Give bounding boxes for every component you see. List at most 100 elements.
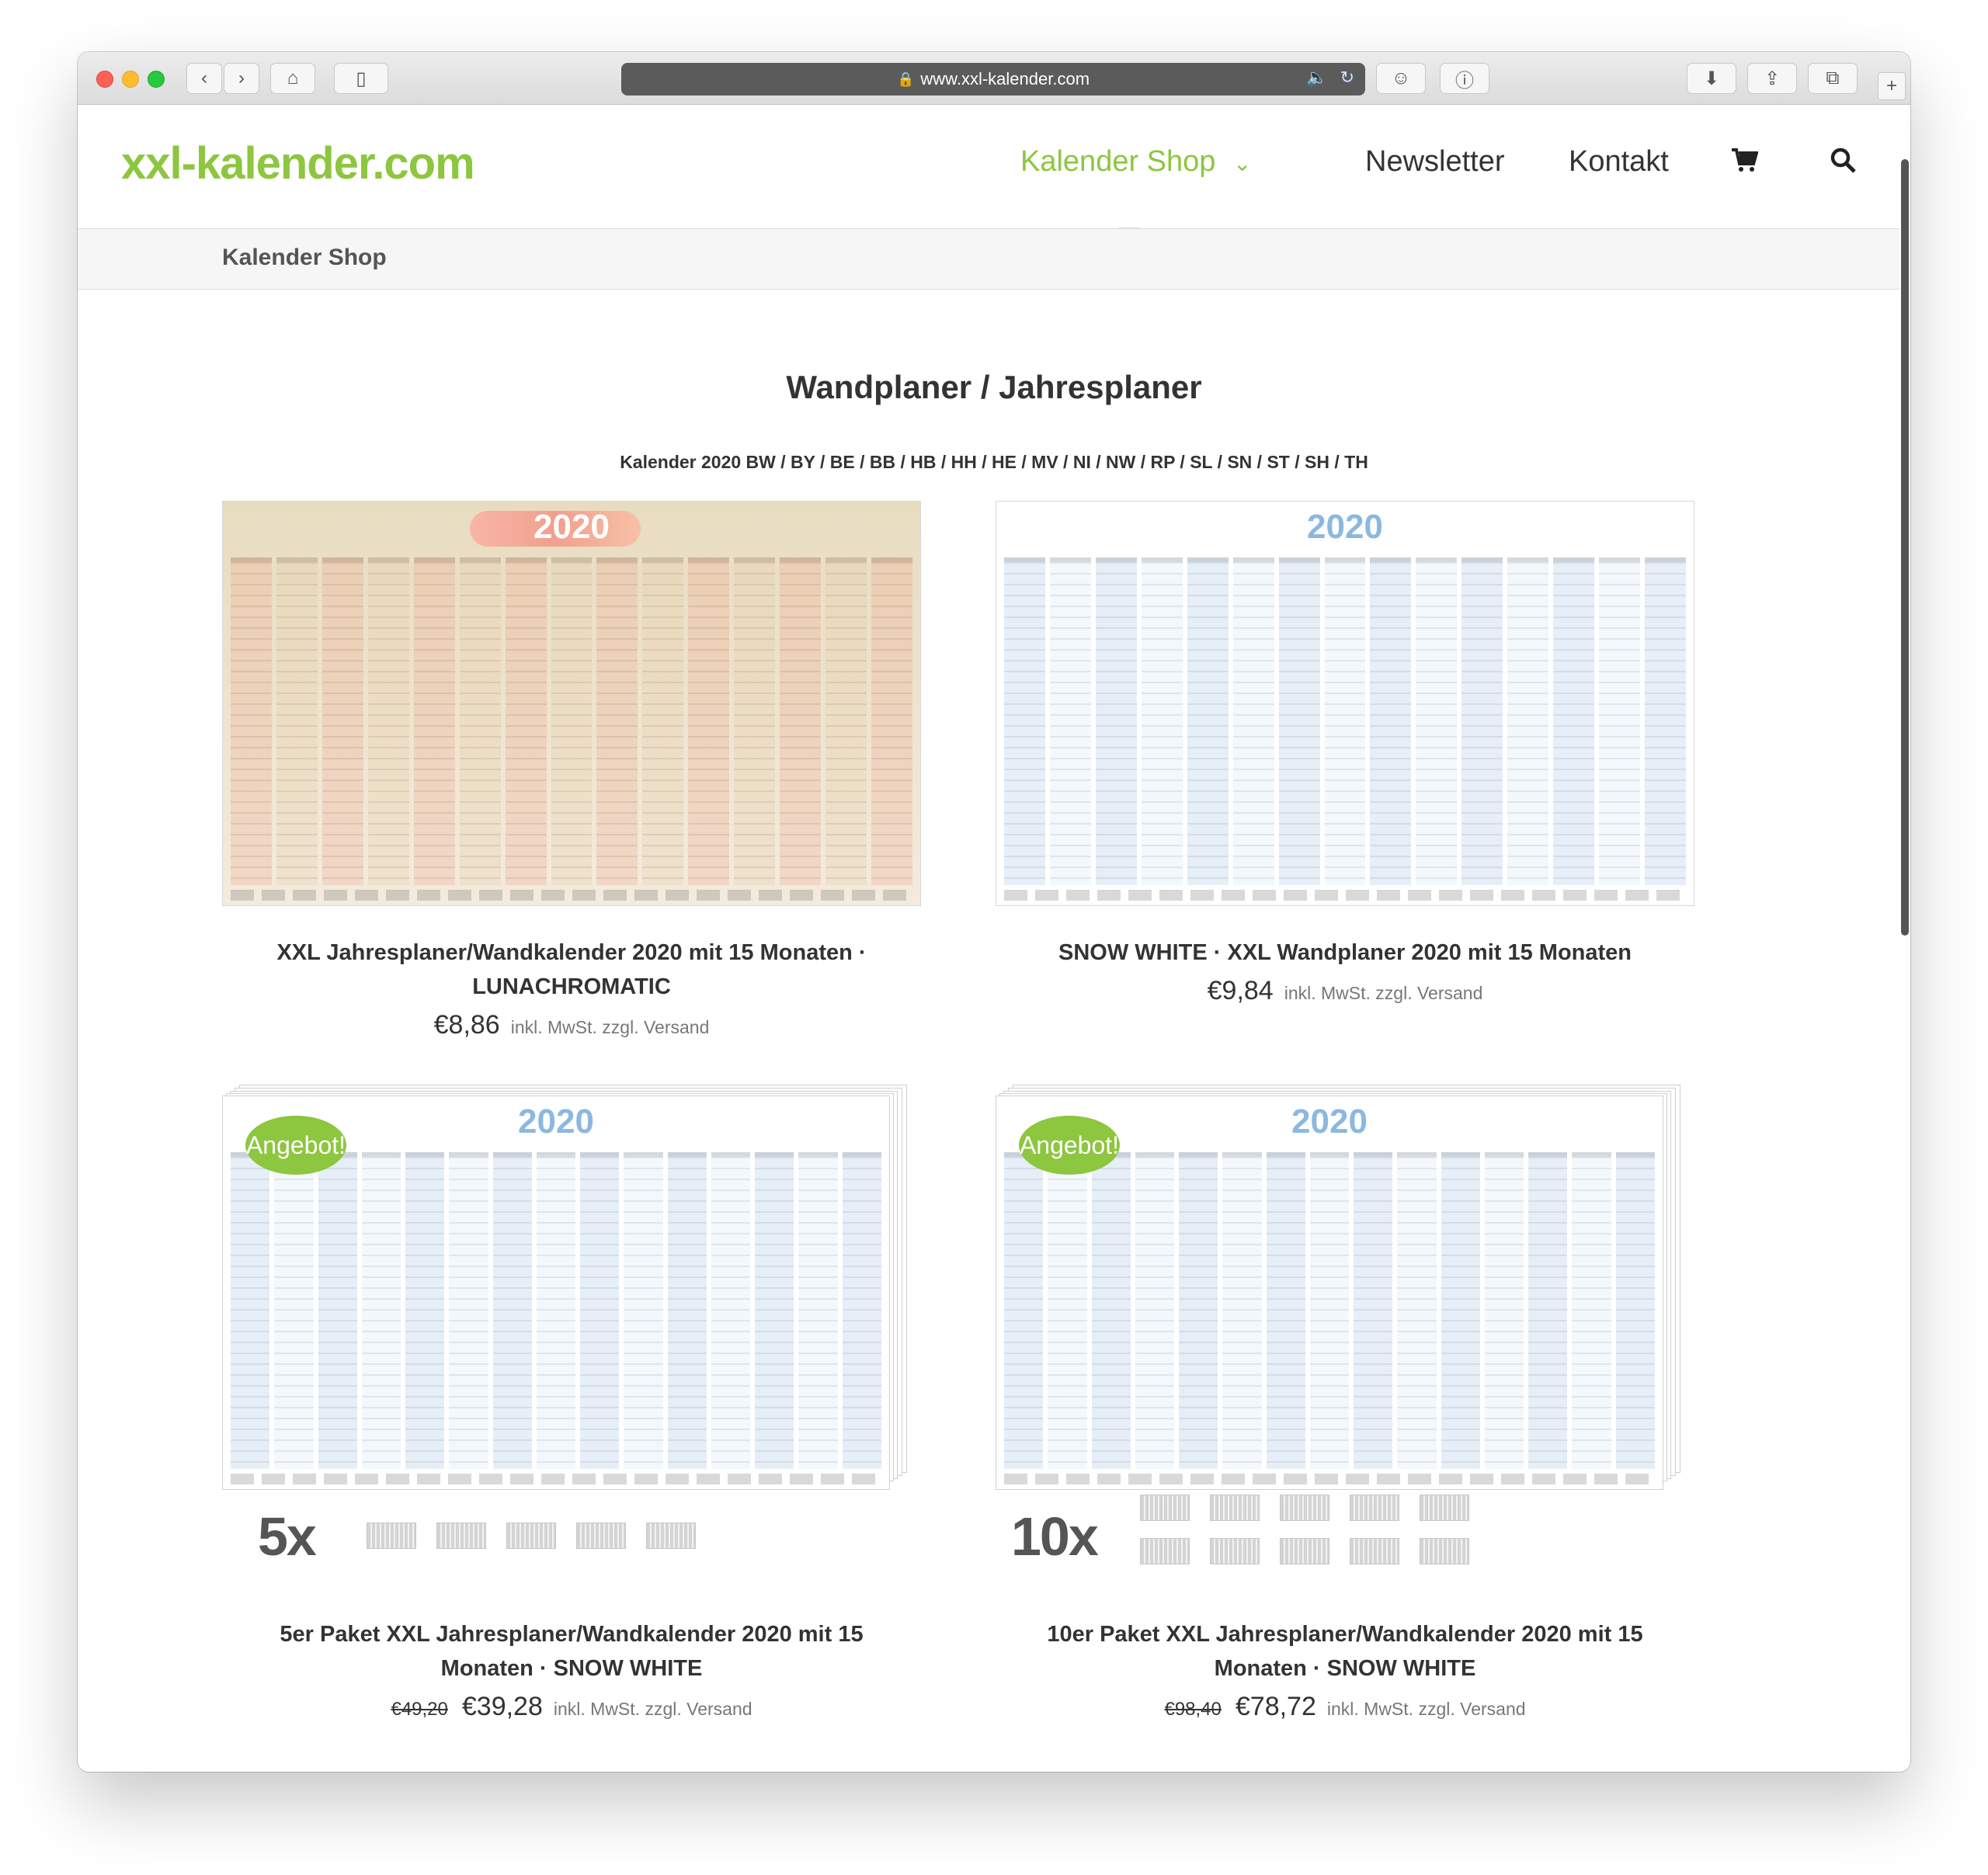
share-button[interactable]: ⇪	[1747, 63, 1797, 94]
zoom-window-button[interactable]	[148, 71, 165, 88]
calendar-month-column	[1004, 557, 1045, 885]
forward-button[interactable]: ›	[224, 63, 259, 94]
nav-kalender-shop[interactable]: Kalender Shop ⌄	[1020, 145, 1251, 179]
nav-kalender-shop-label: Kalender Shop	[1020, 145, 1216, 178]
product-card[interactable]: 2020 Angebot! 10x 10er Paket XXL Jahresp…	[996, 1085, 1694, 1722]
scrollbar-thumb[interactable]	[1901, 159, 1909, 936]
cart-icon[interactable]	[1730, 147, 1759, 181]
mini-calendar-icon	[1140, 1538, 1190, 1564]
page-scrollbar[interactable]	[1899, 105, 1910, 1772]
calendar-month-column	[1141, 557, 1183, 885]
calendar-month-column	[413, 557, 455, 885]
calendar-month-column	[1222, 1152, 1262, 1469]
search-icon[interactable]	[1830, 147, 1858, 182]
calendar-footer	[231, 1474, 881, 1484]
back-button[interactable]: ‹	[186, 63, 222, 94]
calendar-month-column	[1507, 557, 1549, 885]
product-title[interactable]: XXL Jahresplaner/Wandkalender 2020 mit 1…	[222, 936, 921, 1004]
close-window-button[interactable]	[96, 71, 113, 88]
tax-note: inkl. MwSt. zzgl. Versand	[510, 1017, 710, 1037]
home-icon: ⌂	[287, 68, 299, 89]
product-title[interactable]: 5er Paket XXL Jahresplaner/Wandkalender …	[222, 1617, 921, 1686]
pack-illustration: 10x	[996, 1495, 1694, 1588]
calendar-grid	[1004, 557, 1686, 885]
tax-note: inkl. MwSt. zzgl. Versand	[553, 1699, 752, 1719]
downloads-button[interactable]: ⬇	[1687, 63, 1736, 94]
site-logo[interactable]: xxl-kalender.com	[121, 137, 475, 189]
calendar-month-column	[624, 1152, 663, 1469]
reload-icon[interactable]: ↻	[1340, 68, 1354, 88]
nav-newsletter[interactable]: Newsletter	[1365, 145, 1505, 179]
product-title[interactable]: SNOW WHITE · XXL Wandplaner 2020 mit 15 …	[996, 936, 1694, 970]
calendar-month-column	[755, 1152, 794, 1469]
calendar-month-column	[1266, 1152, 1305, 1469]
chevron-left-icon: ‹	[201, 68, 207, 89]
mini-calendar-icon	[506, 1523, 556, 1549]
calendar-month-column	[1187, 557, 1229, 885]
pack-illustration: 5x	[222, 1495, 921, 1588]
calendar-month-column	[276, 557, 318, 885]
calendar-month-column	[536, 1152, 576, 1469]
page-title: Wandplaner / Jahresplaner	[786, 369, 1202, 405]
address-bar[interactable]: 🔒 www.xxl-kalender.com 🔈 ↻	[621, 63, 1365, 95]
minimize-window-button[interactable]	[122, 71, 139, 88]
ghost-icon: ☺	[1391, 68, 1411, 89]
pack-multiplier: 10x	[1011, 1506, 1099, 1567]
calendar-month-column	[405, 1152, 445, 1469]
mini-calendar-icon	[646, 1523, 696, 1549]
calendar-year: 2020	[533, 508, 610, 546]
calendar-month-column	[505, 557, 547, 885]
page-subtitle: Kalender 2020 BW / BY / BE / BB / HB / H…	[620, 452, 1368, 472]
mini-calendar-icon	[576, 1523, 626, 1549]
calendar-month-column	[734, 557, 776, 885]
calendar-month-column	[1441, 1152, 1480, 1469]
mini-calendar-icon	[1350, 1538, 1399, 1564]
calendar-month-column	[825, 557, 867, 885]
calendar-month-column	[596, 557, 638, 885]
calendar-year: 2020	[1307, 508, 1383, 546]
home-button[interactable]: ⌂	[270, 63, 315, 94]
sale-badge: Angebot!	[245, 1116, 346, 1175]
product-image[interactable]: 2020 Angebot!	[222, 1085, 921, 1490]
speaker-icon[interactable]: 🔈	[1306, 68, 1327, 88]
sidebar-button[interactable]: ▯	[334, 63, 388, 94]
product-card[interactable]: 2020 SNOW WHITE · XXL Wandplaner 2020 mi…	[996, 501, 1694, 1006]
info-circle-icon: ⓘ	[1455, 70, 1474, 92]
mini-calendar-icon	[1140, 1495, 1190, 1521]
old-price: €49,20	[391, 1699, 448, 1720]
product-image[interactable]: 2020	[996, 501, 1694, 906]
product-title[interactable]: 10er Paket XXL Jahresplaner/Wandkalender…	[996, 1617, 1694, 1686]
calendar-month-column	[459, 557, 501, 885]
calendar-month-column	[1324, 557, 1366, 885]
product-title-line: Monaten · SNOW WHITE	[1214, 1656, 1476, 1681]
calendar-month-column	[1370, 557, 1412, 885]
mini-calendar-icon	[1420, 1495, 1469, 1521]
calendar-month-column	[367, 557, 409, 885]
calendar-month-column	[667, 1152, 707, 1469]
tabs-overview-button[interactable]: ⧉	[1808, 63, 1858, 94]
tabs-icon: ⧉	[1826, 68, 1840, 89]
price-line: €49,20 €39,28 inkl. MwSt. zzgl. Versand	[222, 1692, 921, 1722]
calendar-month-column	[1553, 557, 1595, 885]
calendar-grid	[231, 557, 912, 885]
extension-button[interactable]: ⓘ	[1440, 63, 1489, 94]
url-text: www.xxl-kalender.com	[920, 69, 1090, 89]
new-tab-button[interactable]: +	[1878, 72, 1906, 100]
product-card[interactable]: 2020 Angebot! 5x 5er Paket XXL Jahrespla…	[222, 1085, 921, 1722]
tax-note: inkl. MwSt. zzgl. Versand	[1284, 983, 1483, 1003]
calendar-month-column	[361, 1152, 401, 1469]
pack-multiplier: 5x	[258, 1506, 317, 1567]
product-image[interactable]: 2020 Angebot!	[996, 1085, 1694, 1490]
calendar-month-column	[1232, 557, 1274, 885]
mini-calendar-icon	[1350, 1495, 1399, 1521]
ghostery-extension-button[interactable]: ☺	[1376, 63, 1426, 94]
product-title-line: 10er Paket XXL Jahresplaner/Wandkalender…	[1047, 1622, 1643, 1647]
price-line: €9,84 inkl. MwSt. zzgl. Versand	[996, 976, 1694, 1006]
calendar-month-column	[1179, 1152, 1218, 1469]
nav-kontakt[interactable]: Kontakt	[1569, 145, 1669, 179]
product-image[interactable]: 2020	[222, 501, 921, 906]
mini-calendar-icon	[1420, 1538, 1469, 1564]
calendar-footer	[231, 890, 912, 901]
chevron-down-icon: ⌄	[1232, 151, 1252, 175]
product-card[interactable]: 2020 XXL Jahresplaner/Wandkalender 2020 …	[222, 501, 921, 1040]
